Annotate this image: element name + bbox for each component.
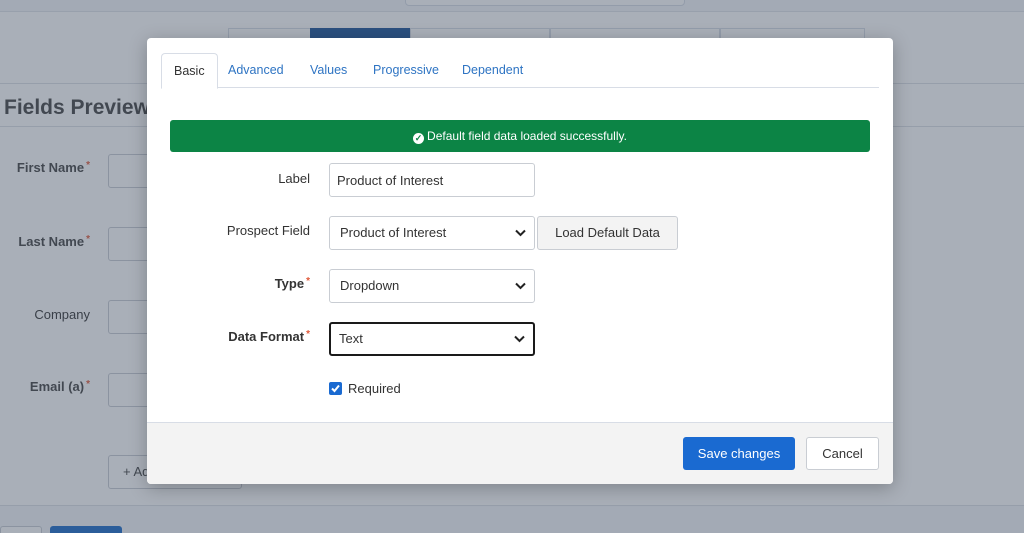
success-alert: ✓ Default field data loaded successfully. bbox=[170, 120, 870, 152]
modal-footer: Save changes Cancel bbox=[147, 422, 893, 484]
save-changes-button[interactable]: Save changes bbox=[683, 437, 795, 470]
type-value: Dropdown bbox=[340, 278, 400, 293]
tab-values[interactable]: Values bbox=[298, 53, 359, 88]
prospect-field-value: Product of Interest bbox=[340, 225, 447, 240]
alert-message: Default field data loaded successfully. bbox=[427, 129, 627, 143]
required-checkbox-row: Required bbox=[329, 381, 401, 397]
check-circle-icon: ✓ bbox=[413, 133, 425, 144]
tab-dependent[interactable]: Dependent bbox=[450, 53, 535, 88]
cancel-button[interactable]: Cancel bbox=[806, 437, 879, 470]
prospect-field-label: Prospect Field bbox=[226, 223, 310, 238]
data-format-select[interactable]: Text bbox=[329, 322, 535, 356]
chevron-down-icon bbox=[515, 270, 527, 302]
chevron-down-icon bbox=[514, 324, 526, 354]
tab-basic[interactable]: Basic bbox=[161, 53, 218, 89]
prospect-field-select[interactable]: Product of Interest bbox=[329, 216, 535, 250]
tab-advanced[interactable]: Advanced bbox=[216, 53, 296, 88]
data-format-value: Text bbox=[339, 331, 363, 346]
required-checkbox[interactable] bbox=[329, 382, 342, 395]
required-checkbox-label: Required bbox=[348, 381, 401, 396]
modal-tabs: Basic Advanced Values Progressive Depend… bbox=[161, 53, 879, 89]
field-edit-modal: Basic Advanced Values Progressive Depend… bbox=[147, 38, 893, 484]
label-field-label: Label bbox=[278, 171, 310, 186]
tab-progressive[interactable]: Progressive bbox=[361, 53, 451, 88]
label-input[interactable] bbox=[329, 163, 535, 197]
chevron-down-icon bbox=[515, 217, 527, 249]
data-format-label: Data Format * bbox=[228, 329, 310, 344]
load-default-data-button[interactable]: Load Default Data bbox=[537, 216, 678, 250]
type-label: Type * bbox=[274, 276, 310, 291]
type-select[interactable]: Dropdown bbox=[329, 269, 535, 303]
